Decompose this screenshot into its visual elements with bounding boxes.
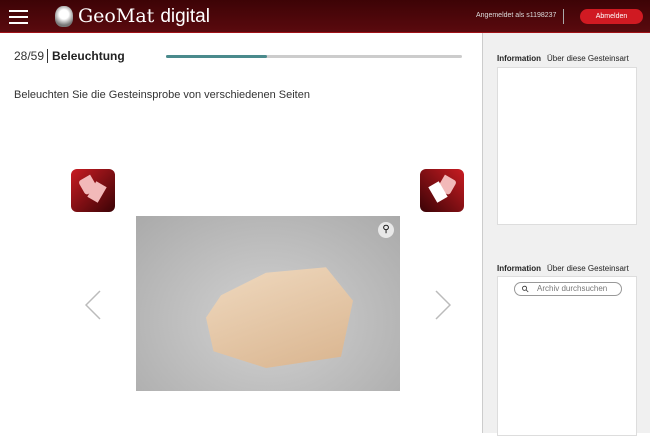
progress-bar [166, 55, 462, 58]
brand: GeoMat digital [78, 5, 210, 28]
rock-image: ⚲ [136, 216, 400, 391]
archive-search-input[interactable]: Archiv durchsuchen [514, 282, 622, 296]
menu-icon[interactable] [9, 10, 28, 24]
previous-arrow-icon[interactable] [85, 290, 101, 320]
archive-panel [497, 276, 637, 436]
tab-information[interactable]: Information [497, 264, 541, 273]
user-label: Angemeldet als s1198237 [476, 12, 557, 19]
zoom-icon[interactable]: ⚲ [378, 222, 394, 238]
logout-button[interactable]: Abmelden [580, 9, 643, 24]
info-panel [497, 67, 637, 225]
header-bar: GeoMat digital Angemeldet als s1198237 A… [0, 0, 650, 33]
task-title: Beleuchtung [47, 49, 125, 63]
task-counter: 28/59 [14, 49, 45, 63]
light-right-button[interactable] [420, 169, 464, 212]
tab-information[interactable]: Information [497, 54, 541, 63]
panel2-tabs: Information Über diese Gesteinsart [497, 264, 635, 273]
brand-name: GeoMat [78, 5, 155, 27]
light-left-button[interactable] [71, 169, 115, 212]
instruction: Beleuchten Sie die Gesteinsprobe von ver… [14, 89, 310, 101]
rock-sample [206, 267, 353, 368]
sidebar: Information Über diese Gesteinsart Inform… [482, 33, 650, 436]
panel1-tabs: Information Über diese Gesteinsart [497, 54, 635, 63]
divider [563, 9, 564, 24]
next-arrow-icon[interactable] [435, 290, 451, 320]
tab-about-rock[interactable]: Über diese Gesteinsart [547, 264, 629, 273]
logo-icon [55, 6, 73, 27]
progress-fill [166, 55, 267, 58]
brand-sub: digital [160, 6, 210, 27]
task-header: 28/59 Beleuchtung [14, 49, 125, 63]
tab-about-rock[interactable]: Über diese Gesteinsart [547, 54, 629, 63]
